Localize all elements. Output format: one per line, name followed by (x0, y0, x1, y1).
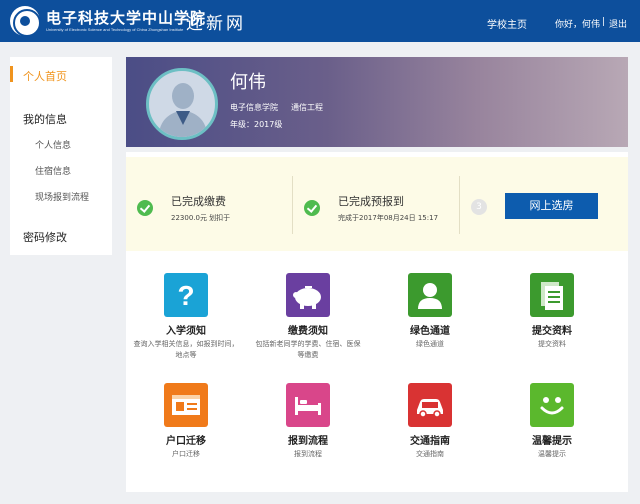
question-icon[interactable]: ? (164, 273, 208, 317)
status-divider (292, 176, 293, 234)
school-homepage-link[interactable]: 学校主页 (487, 16, 527, 31)
feature-desc: 绿色通道 (416, 340, 444, 348)
car-icon[interactable] (408, 383, 452, 427)
feature-desc: 报到流程 (294, 450, 322, 458)
avatar-head (172, 83, 194, 109)
status-divider (459, 176, 460, 234)
bed-icon[interactable] (286, 383, 330, 427)
prereg-check-icon (304, 200, 320, 216)
profile-major: 通信工程 (291, 103, 323, 112)
feature-desc: 查询入学相关信息，如报到时间，地点等 (133, 340, 239, 359)
school-name: 电子科技大学中山学院 (46, 9, 207, 27)
payment-check-icon (137, 200, 153, 216)
profile-grade: 年级：2017级 (230, 120, 283, 129)
sidebar-item-password[interactable]: 密码修改 (23, 229, 67, 245)
smiley-icon[interactable] (530, 383, 574, 427)
feature-title[interactable]: 温馨提示 (497, 432, 607, 447)
school-name-english: University of Electronic Science and Tec… (46, 27, 184, 32)
feature-desc: 交通指南 (416, 450, 444, 458)
id-card-icon[interactable] (164, 383, 208, 427)
feature-desc: 户口迁移 (172, 450, 200, 458)
feature-desc: 温馨提示 (538, 450, 566, 458)
site-title: 迎新网 (186, 14, 246, 34)
feature-title[interactable]: 入学须知 (131, 322, 241, 337)
room-selection-button[interactable]: 网上选房 (505, 193, 598, 219)
sidebar (10, 57, 112, 255)
sidebar-item-home[interactable]: 个人首页 (23, 68, 67, 84)
sidebar-item-onsite-process[interactable]: 现场报到流程 (35, 190, 89, 203)
logout-link[interactable]: 退出 (609, 17, 627, 30)
documents-icon[interactable] (530, 273, 574, 317)
piggy-bank-icon[interactable] (286, 273, 330, 317)
user-greeting: 你好，何伟 (555, 20, 601, 30)
school-logo-icon[interactable] (10, 6, 41, 37)
prereg-status-detail: 完成于2017年08月24日 15:17 (338, 214, 439, 222)
feature-desc: 提交资料 (538, 340, 566, 348)
sidebar-item-personal-info[interactable]: 个人信息 (35, 138, 71, 151)
feature-title[interactable]: 绿色通道 (375, 322, 485, 337)
sidebar-item-lodging-info[interactable]: 住宿信息 (35, 164, 71, 177)
step-three-badge: 3 (471, 199, 487, 215)
avatar (146, 68, 218, 140)
header-separator: | (602, 17, 606, 27)
feature-desc: 包括新老同学的学费、住宿、医保等缴费 (255, 340, 361, 359)
feature-title[interactable]: 交通指南 (375, 432, 485, 447)
profile-college: 电子信息学院 (230, 103, 278, 112)
feature-title[interactable]: 报到流程 (253, 432, 363, 447)
feature-title[interactable]: 提交资料 (497, 322, 607, 337)
svg-text:?: ? (177, 280, 194, 311)
payment-status-detail: 22300.0元 划扣于 (171, 214, 231, 222)
payment-status-title: 已完成缴费 (171, 195, 226, 208)
feature-title[interactable]: 户口迁移 (131, 432, 241, 447)
person-icon[interactable] (408, 273, 452, 317)
feature-title[interactable]: 缴费须知 (253, 322, 363, 337)
prereg-status-title: 已完成预报到 (338, 195, 404, 208)
sidebar-active-indicator (10, 66, 13, 82)
profile-name: 何伟 (230, 72, 266, 93)
sidebar-section-my-info[interactable]: 我的信息 (23, 111, 67, 127)
